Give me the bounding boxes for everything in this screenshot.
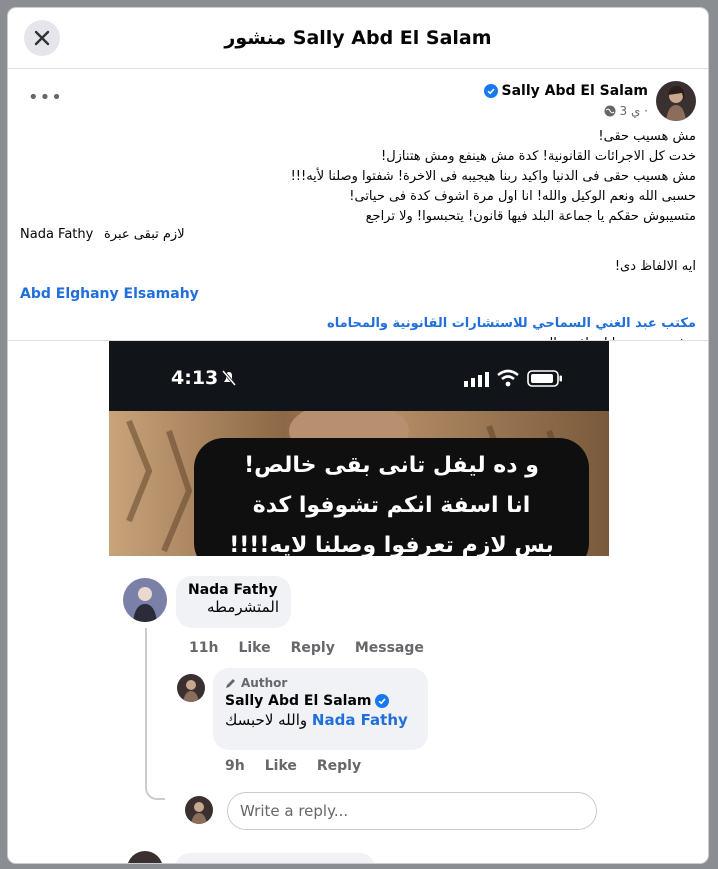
post-time[interactable]: 3 ي · — [620, 104, 649, 118]
verified-badge-icon — [483, 84, 498, 98]
nada-arabic-text: لازم تبقى عبرة — [104, 227, 185, 242]
post-dialog: منشور Sally Abd El Salam ••• Sally Abd E… — [8, 8, 708, 863]
comment-bubble: Nada Fathy المتشرمطه — [176, 576, 291, 628]
signal-icon — [464, 372, 489, 387]
post-line: مش هسيب حقى! — [598, 129, 696, 144]
thread-line — [145, 628, 165, 800]
phone-status-bar: 4:13 — [109, 341, 609, 411]
more-options-button[interactable]: ••• — [28, 87, 63, 108]
post-meta: 3 ي · — [604, 104, 649, 118]
comments-screenshot: Nada Fathy المتشرمطه 11h Like Reply Mess… — [109, 556, 609, 863]
reply-author-name: Sally Abd El Salam — [225, 693, 372, 709]
post-line: خدت كل الاجرائات القانونية! كدة مش هينفع… — [381, 149, 696, 164]
post-author[interactable]: Sally Abd El Salam — [483, 83, 648, 99]
author-avatar[interactable] — [656, 81, 696, 121]
post-line-nada: Nada Fathy لازم تبقى عبرة — [8, 227, 708, 247]
post-line: ايه الالفاظ دى! — [614, 259, 696, 274]
reply-button: Reply — [316, 758, 362, 774]
comment-actions: 11h Like Reply Message — [189, 640, 424, 656]
story-text-bubble: و ده ليفل تانى بقى خالص! انا اسفة انكم ت… — [194, 438, 589, 556]
author-badge: Author — [225, 676, 416, 690]
bubble-line: بس لازم تعرفوا وصلنا لايه!!!! — [229, 533, 554, 556]
like-button: Like — [264, 758, 297, 774]
dialog-title: منشور Sally Abd El Salam — [224, 27, 492, 49]
mute-icon — [221, 370, 237, 386]
next-comment-bubble — [175, 853, 375, 863]
author-reply-bubble: Author Sally Abd El Salam والله لاحبسك N… — [213, 668, 428, 750]
commenter-name: Nada Fathy — [188, 582, 278, 598]
comment-text: المتشرمطه — [207, 598, 279, 616]
battery-icon — [527, 370, 562, 387]
post-line: متسيبوش حقكم يا جماعة البلد فيها قانون! … — [365, 209, 696, 224]
reply-text: والله لاحبسك — [225, 711, 308, 729]
nada-fathy-text: Nada Fathy — [20, 227, 94, 242]
mention-abd-elghany[interactable]: Abd Elghany Elsamahy — [8, 286, 708, 302]
message-button: Message — [354, 640, 424, 656]
like-button: Like — [238, 640, 271, 656]
reply-input-field: Write a reply... — [227, 792, 597, 830]
verified-badge-icon — [375, 694, 390, 708]
post-photo[interactable]: 4:13 و ده ليفل تانى بقى خالص! انا اسفة ا… — [8, 341, 708, 863]
comment-time: 11h — [189, 640, 219, 656]
post-line: مش هسيب حقى فى الدنيا واكيد ربنا هيجيبه … — [290, 169, 696, 184]
reply-actions: 9h Like Reply — [225, 758, 361, 774]
reply-button: Reply — [290, 640, 335, 656]
post-body: مش هسيب حقى! خدت كل الاجرائات القانونية!… — [8, 127, 708, 227]
reply-mention: Nada Fathy — [311, 711, 408, 729]
author-badge-label: Author — [241, 676, 288, 690]
pencil-icon — [226, 679, 235, 688]
post-line: حسبى الله ونعم الوكيل والله! انا اول مرة… — [349, 189, 696, 204]
bubble-line: و ده ليفل تانى بقى خالص! — [244, 453, 539, 478]
post-header: ••• Sally Abd El Salam 3 ي · — [8, 69, 708, 127]
wifi-icon — [497, 369, 519, 387]
reply-input-avatar — [185, 796, 213, 824]
globe-icon — [604, 105, 615, 117]
author-reply-avatar — [177, 674, 205, 702]
bubble-line: انا اسفة انكم تشوفوا كدة — [252, 493, 531, 518]
story-video-frame: و ده ليفل تانى بقى خالص! انا اسفة انكم ت… — [109, 411, 609, 556]
author-name[interactable]: Sally Abd El Salam — [502, 83, 648, 99]
next-commenter-avatar — [127, 851, 163, 863]
mention-law-office[interactable]: مكتب عبد الغني السماحي للاستشارات القانو… — [20, 314, 696, 334]
status-time: 4:13 — [171, 367, 219, 389]
reply-time: 9h — [225, 758, 245, 774]
dialog-header: منشور Sally Abd El Salam — [8, 8, 708, 69]
commenter-avatar — [123, 578, 167, 622]
